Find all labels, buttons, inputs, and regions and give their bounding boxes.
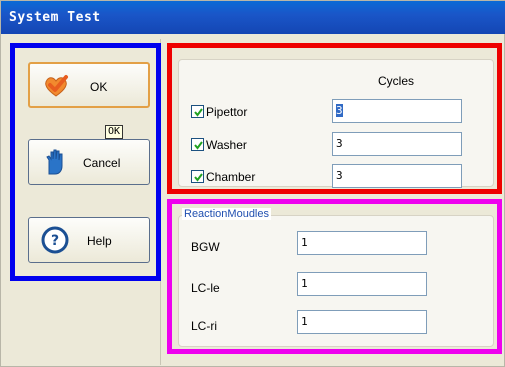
system-test-window: System Test OK OK Cancel ? Help Cycles P… <box>0 0 505 367</box>
ok-label: OK <box>90 80 108 94</box>
pipettor-label: Pipettor <box>206 105 248 119</box>
cycles-header: Cycles <box>378 74 415 88</box>
pipettor-checkbox[interactable] <box>191 105 204 118</box>
washer-label: Washer <box>206 138 247 152</box>
window-title: System Test <box>9 10 101 25</box>
washer-cycles-input[interactable]: 3 <box>332 132 462 156</box>
lc-ri-label: LC-ri <box>191 319 217 333</box>
cancel-button[interactable]: Cancel <box>28 139 150 185</box>
help-button[interactable]: ? Help <box>28 217 150 263</box>
tooltip: OK <box>105 125 124 139</box>
reaction-modules-title: ReactionMoudles <box>182 208 271 220</box>
washer-cycles-value: 3 <box>336 137 343 150</box>
ok-button[interactable]: OK <box>28 62 150 108</box>
bgw-value: 1 <box>301 236 308 249</box>
bgw-label: BGW <box>191 240 220 254</box>
cancel-label: Cancel <box>83 156 121 170</box>
hand-icon <box>41 148 69 176</box>
lc-ri-input[interactable]: 1 <box>297 310 427 334</box>
chamber-cycles-value: 3 <box>336 169 343 182</box>
question-icon: ? <box>41 226 69 254</box>
chamber-label: Chamber <box>206 170 256 184</box>
lc-le-label: LC-le <box>191 281 220 295</box>
lc-le-value: 1 <box>301 277 308 290</box>
title-bar: System Test <box>1 1 505 34</box>
pipettor-cycles-value: 3 <box>336 104 343 117</box>
washer-checkbox[interactable] <box>191 138 204 151</box>
help-label: Help <box>87 234 112 248</box>
lc-le-input[interactable]: 1 <box>297 272 427 296</box>
pipettor-cycles-input[interactable]: 3 <box>332 99 462 123</box>
chamber-checkbox[interactable] <box>191 170 204 183</box>
lc-ri-value: 1 <box>301 315 308 328</box>
check-heart-icon <box>42 72 70 100</box>
svg-text:?: ? <box>51 233 59 249</box>
bgw-input[interactable]: 1 <box>297 231 427 255</box>
chamber-cycles-input[interactable]: 3 <box>332 164 462 188</box>
